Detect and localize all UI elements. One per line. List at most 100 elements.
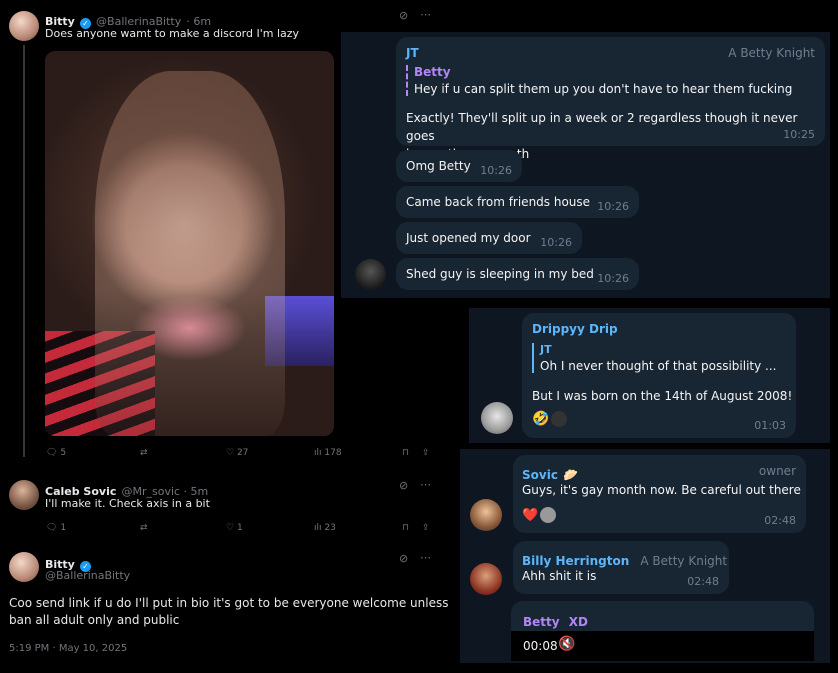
message-time: 10:26 xyxy=(597,272,629,285)
message-bubble[interactable]: Billy Herrington A Betty Knight Ahh shit… xyxy=(513,541,729,594)
tweet-timestamp: 5:19 PM · May 10, 2025 xyxy=(9,643,128,654)
avatar[interactable] xyxy=(470,563,502,595)
tweet-text: Does anyone wamt to make a discord I'm l… xyxy=(45,27,300,40)
telegram-chat-3: Sovic 🥟 owner Guys, it's gay month now. … xyxy=(460,449,830,663)
grok-icon[interactable]: ⊘ xyxy=(399,479,408,492)
message-time: 10:25 xyxy=(783,128,815,141)
rofl-icon: 🤣 xyxy=(532,411,550,427)
sender-name[interactable]: JT xyxy=(406,46,419,60)
heart-icon: ❤️ xyxy=(522,507,539,523)
bookmark-icon[interactable]: ⊓ xyxy=(402,448,422,458)
sender-row: Sovic 🥟 xyxy=(522,464,578,483)
message-text: But I was born on the 14th of August 200… xyxy=(532,389,793,403)
sender-name[interactable]: Drippyy Drip xyxy=(532,322,618,336)
share-icon[interactable]: ⇪ xyxy=(422,523,430,533)
telegram-chat-1: JT A Betty Knight Betty Hey if u can spl… xyxy=(341,32,830,298)
avatar[interactable] xyxy=(481,402,513,434)
sender-row: Betty XD xyxy=(523,611,588,630)
message-time: 02:48 xyxy=(764,514,796,527)
message-text: Omg Betty xyxy=(406,159,471,173)
view-count: 178 xyxy=(324,448,342,458)
reply-button[interactable]: 🗨 5 xyxy=(46,448,140,458)
analytics-icon: ılı xyxy=(314,523,322,533)
reaction[interactable]: ❤️ xyxy=(522,507,557,523)
quote-sender: JT xyxy=(540,343,552,356)
voice-message[interactable]: 00:08 🔇 xyxy=(511,631,814,661)
sender-name[interactable]: Sovic xyxy=(522,468,558,482)
reply-count: 1 xyxy=(60,523,67,533)
dumpling-icon: 🥟 xyxy=(563,468,578,482)
message-text: Came back from friends house xyxy=(406,195,591,209)
tweet-text-line: Coo send link if u do I'll put in bio it… xyxy=(9,596,449,610)
sender-title: owner xyxy=(758,464,796,478)
views-button[interactable]: ılı 178 xyxy=(314,448,402,458)
tweet-photo[interactable] xyxy=(45,51,334,436)
view-count: 23 xyxy=(324,523,336,533)
message-bubble[interactable]: Sovic 🥟 owner Guys, it's gay month now. … xyxy=(513,455,806,533)
message-time: 10:26 xyxy=(480,164,512,177)
heart-icon: ♡ xyxy=(226,523,235,533)
message-time: 01:03 xyxy=(754,419,786,432)
tweet-text: Coo send link if u do I'll put in bio it… xyxy=(9,595,448,629)
avatar[interactable] xyxy=(9,552,39,582)
like-count: 27 xyxy=(236,448,249,458)
repost-icon[interactable]: ⇄ xyxy=(140,523,226,533)
sender-title: A Betty Knight xyxy=(640,554,728,568)
message-bubble[interactable]: Betty XD 00:08 🔇 xyxy=(511,601,814,661)
reply-icon: 🗨 xyxy=(46,523,58,533)
sender-title: A Betty Knight xyxy=(728,46,815,60)
avatar[interactable] xyxy=(355,259,386,290)
message-bubble[interactable]: Omg Betty 10:26 xyxy=(396,150,522,182)
more-icon[interactable]: ⋯ xyxy=(420,551,431,564)
like-button[interactable]: ♡ 27 xyxy=(226,448,314,458)
telegram-chat-2: Drippyy Drip JT Oh I never thought of th… xyxy=(469,308,830,443)
sender-name[interactable]: Billy Herrington xyxy=(522,554,629,568)
message-bubble[interactable]: Came back from friends house 10:26 xyxy=(396,186,639,218)
reply-count: 5 xyxy=(60,448,67,458)
tweet-text: I'll make it. Check axis in a bit xyxy=(45,497,210,510)
message-bubble[interactable]: Shed guy is sleeping in my bed 10:26 xyxy=(396,258,639,290)
more-icon[interactable]: ⋯ xyxy=(420,478,431,491)
message-bubble[interactable]: Drippyy Drip JT Oh I never thought of th… xyxy=(522,313,796,438)
heart-icon: ♡ xyxy=(226,448,235,458)
sender-emoji: XD xyxy=(568,615,588,629)
message-time: 02:48 xyxy=(687,575,719,588)
bookmark-icon[interactable]: ⊓ xyxy=(402,523,422,533)
grok-icon[interactable]: ⊘ xyxy=(399,552,408,565)
views-button[interactable]: ılı 23 xyxy=(314,523,402,533)
like-count: 1 xyxy=(236,523,243,533)
repost-icon[interactable]: ⇄ xyxy=(140,448,226,458)
message-bubble[interactable]: JT A Betty Knight Betty Hey if u can spl… xyxy=(396,37,825,161)
message-bubble[interactable]: Just opened my door 10:26 xyxy=(396,222,582,254)
more-icon[interactable]: ⋯ xyxy=(420,8,432,21)
quote-text: Oh I never thought of that possibility .… xyxy=(540,359,777,373)
tweet-actions: 🗨 1 ⇄ ♡ 1 ılı 23 ⊓ ⇪ xyxy=(46,521,436,535)
avatar[interactable] xyxy=(9,480,39,510)
quote-sender: Betty xyxy=(414,65,451,79)
share-icon[interactable]: ⇪ xyxy=(422,448,430,458)
reaction[interactable]: 🤣 xyxy=(532,411,568,427)
avatar[interactable] xyxy=(470,499,502,531)
sender-row: Billy Herrington A Betty Knight xyxy=(522,550,727,569)
message-text: Shed guy is sleeping in my bed xyxy=(406,267,594,281)
reply-button[interactable]: 🗨 1 xyxy=(46,523,140,533)
tweet-actions: 🗨 5 ⇄ ♡ 27 ılı 178 ⊓ ⇪ xyxy=(46,446,436,460)
author-handle[interactable]: @BallerinaBitty xyxy=(45,569,130,582)
reply-icon: 🗨 xyxy=(46,448,58,458)
sender-name[interactable]: Betty xyxy=(523,615,560,629)
reply-quote[interactable]: Betty Hey if u can split them up you don… xyxy=(406,65,814,96)
reactor-avatar xyxy=(551,411,568,427)
analytics-icon: ılı xyxy=(314,448,322,458)
like-button[interactable]: ♡ 1 xyxy=(226,523,314,533)
message-text: Just opened my door xyxy=(406,231,531,245)
reply-quote[interactable]: JT Oh I never thought of that possibilit… xyxy=(532,343,790,373)
message-time: 10:26 xyxy=(540,236,572,249)
grok-icon[interactable]: ⊘ xyxy=(399,9,408,22)
reactor-avatar xyxy=(540,507,557,523)
message-time: 10:26 xyxy=(597,200,629,213)
avatar[interactable] xyxy=(9,11,39,41)
quote-text: Hey if u can split them up you don't hav… xyxy=(414,82,793,96)
message-text: Ahh shit it is xyxy=(522,569,597,583)
voice-duration: 00:08 xyxy=(523,639,558,653)
mute-icon[interactable]: 🔇 xyxy=(558,636,575,652)
